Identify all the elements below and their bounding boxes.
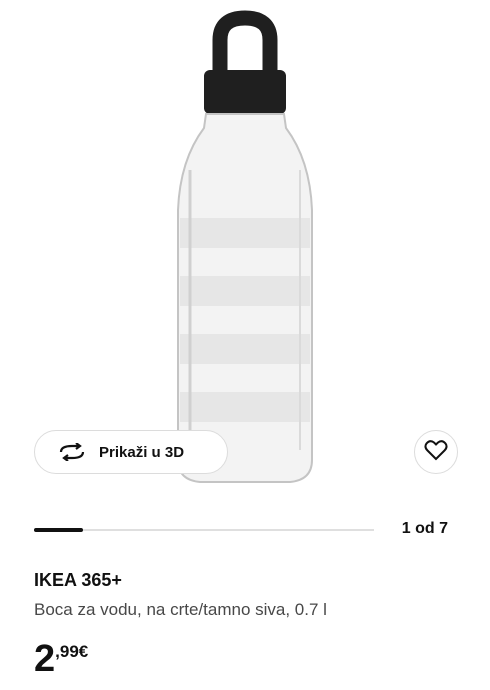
- product-description: Boca za vodu, na crte/tamno siva, 0.7 l: [34, 600, 327, 619]
- image-counter: 1 od 7: [401, 520, 448, 537]
- product-image-area[interactable]: Prikaži u 3D: [0, 0, 490, 500]
- rotate-3d-icon: [57, 442, 87, 462]
- bottle-stripe: [180, 334, 310, 364]
- view-in-3d-label: Prikaži u 3D: [99, 443, 185, 461]
- product-image: [177, 10, 313, 483]
- view-in-3d-button[interactable]: Prikaži u 3D: [34, 430, 228, 474]
- favourite-button[interactable]: [414, 430, 458, 474]
- bottle-cap: [204, 70, 286, 114]
- heart-icon: [424, 439, 448, 466]
- product-name: IKEA 365+: [34, 570, 122, 590]
- product-price: 2 ,99 €: [34, 640, 88, 678]
- gallery-progress-bar[interactable]: [34, 520, 374, 540]
- bottle-stripe: [180, 218, 310, 248]
- gallery-progress-fill: [34, 528, 83, 532]
- bottle-handle: [212, 10, 278, 75]
- price-integer: 2: [34, 638, 56, 680]
- bottle-stripe: [180, 276, 310, 306]
- bottle-stripe: [180, 392, 310, 422]
- price-currency: €: [78, 642, 89, 661]
- gallery-progress-track: [34, 529, 374, 531]
- price-decimal: ,99: [55, 642, 79, 661]
